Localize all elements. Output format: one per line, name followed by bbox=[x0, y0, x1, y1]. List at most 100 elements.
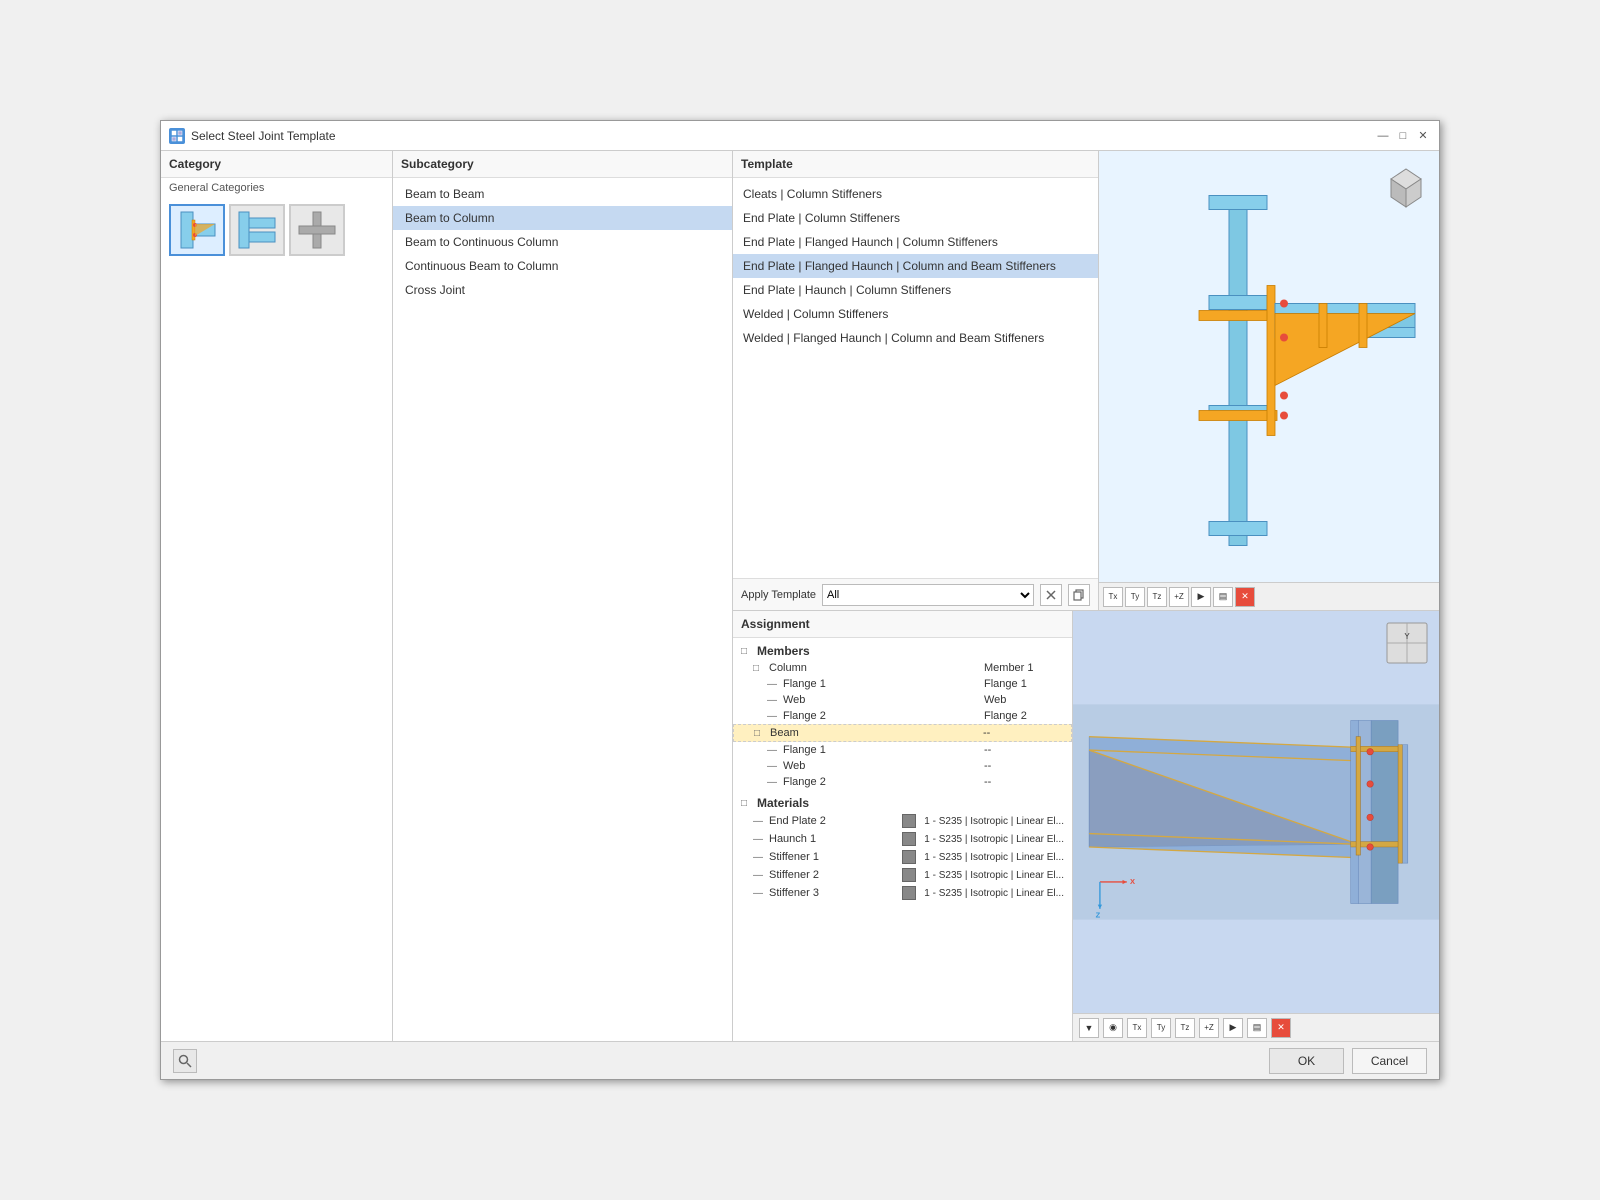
view-bot-btn-3[interactable]: Tz bbox=[1175, 1018, 1195, 1038]
footer: OK Cancel bbox=[161, 1041, 1439, 1079]
view-top-btn-2[interactable]: Ty bbox=[1125, 587, 1145, 607]
top-right-section: Template Cleats | Column Stiffeners End … bbox=[733, 151, 1439, 611]
mat-s3-dash: — bbox=[753, 888, 765, 899]
apply-template-dropdown[interactable]: All Selected bbox=[822, 584, 1034, 606]
copy-template-button[interactable] bbox=[1068, 584, 1090, 606]
view-bot-btn-4[interactable]: +Z bbox=[1199, 1018, 1219, 1038]
3d-scene-bottom-container: X Z bbox=[1073, 611, 1439, 1013]
template-item-cleats[interactable]: Cleats | Column Stiffeners bbox=[733, 182, 1098, 206]
template-item-welded-col[interactable]: Welded | Column Stiffeners bbox=[733, 302, 1098, 326]
view-top-btn-4[interactable]: +Z bbox=[1169, 587, 1189, 607]
column-collapse-icon[interactable]: □ bbox=[753, 663, 765, 674]
cancel-button[interactable]: Cancel bbox=[1352, 1048, 1427, 1074]
mat-stiffener1-swatch bbox=[902, 850, 916, 864]
titlebar-left: Select Steel Joint Template bbox=[169, 128, 336, 144]
beam-flange1-label: Flange 1 bbox=[783, 744, 980, 756]
column-label: Column bbox=[769, 662, 980, 674]
beam-collapse-icon[interactable]: □ bbox=[754, 728, 766, 739]
subcategory-item-beam-to-beam[interactable]: Beam to Beam bbox=[393, 182, 732, 206]
close-button[interactable]: ✕ bbox=[1415, 128, 1431, 144]
beam-f1-dash: — bbox=[767, 745, 779, 756]
materials-label: Materials bbox=[757, 796, 1064, 810]
mat-stiffener3-row: — Stiffener 3 1 - S235 | Isotropic | Lin… bbox=[733, 884, 1072, 902]
nav-cube-bottom[interactable]: Y bbox=[1383, 619, 1431, 670]
view-bot-btn-6[interactable]: ▤ bbox=[1247, 1018, 1267, 1038]
mat-stiffener2-label: Stiffener 2 bbox=[769, 869, 898, 881]
beam-web-dash: — bbox=[767, 761, 779, 772]
mat-haunch-dash: — bbox=[753, 834, 765, 845]
titlebar: Select Steel Joint Template — □ ✕ bbox=[161, 121, 1439, 151]
view-bot-btn-cam[interactable]: ◉ bbox=[1103, 1018, 1123, 1038]
materials-collapse-icon[interactable]: □ bbox=[741, 798, 753, 809]
col-web-label: Web bbox=[783, 694, 980, 706]
template-item-endplate-flanged-col[interactable]: End Plate | Flanged Haunch | Column Stif… bbox=[733, 230, 1098, 254]
category-icon-2[interactable] bbox=[229, 204, 285, 256]
subcategory-item-continuous-beam-to-column[interactable]: Continuous Beam to Column bbox=[393, 254, 732, 278]
3d-view-bottom: Y bbox=[1073, 611, 1439, 1041]
members-collapse-icon[interactable]: □ bbox=[741, 646, 753, 657]
beam-flange2-row: — Flange 2 -- bbox=[733, 774, 1072, 790]
view-bot-btn-1[interactable]: Tx bbox=[1127, 1018, 1147, 1038]
main-content: Category General Categories bbox=[161, 151, 1439, 1041]
view-top-btn-3[interactable]: Tz bbox=[1147, 587, 1167, 607]
mat-s1-dash: — bbox=[753, 852, 765, 863]
beam-flange2-value: -- bbox=[984, 776, 1064, 788]
mat-stiffener2-row: — Stiffener 2 1 - S235 | Isotropic | Lin… bbox=[733, 866, 1072, 884]
beam-value: -- bbox=[983, 727, 1063, 739]
category-icon-3[interactable] bbox=[289, 204, 345, 256]
template-panel: Template Cleats | Column Stiffeners End … bbox=[733, 151, 1099, 610]
maximize-button[interactable]: □ bbox=[1395, 128, 1411, 144]
category-panel: Category General Categories bbox=[161, 151, 393, 1041]
col-flange2-label: Flange 2 bbox=[783, 710, 980, 722]
view-top-btn-red[interactable]: ✕ bbox=[1235, 587, 1255, 607]
svg-text:X: X bbox=[1130, 877, 1135, 886]
col-flange1-value: Flange 1 bbox=[984, 678, 1064, 690]
3d-scene-bottom: X Z bbox=[1073, 611, 1439, 1013]
ok-button[interactable]: OK bbox=[1269, 1048, 1344, 1074]
column-row: □ Column Member 1 bbox=[733, 660, 1072, 676]
main-window: Select Steel Joint Template — □ ✕ Catego… bbox=[160, 120, 1440, 1080]
view-top-btn-6[interactable]: ▤ bbox=[1213, 587, 1233, 607]
view-bot-btn-2[interactable]: Ty bbox=[1151, 1018, 1171, 1038]
window-title: Select Steel Joint Template bbox=[191, 129, 336, 143]
view-bot-btn-5[interactable]: ▶ bbox=[1223, 1018, 1243, 1038]
template-item-endplate-col[interactable]: End Plate | Column Stiffeners bbox=[733, 206, 1098, 230]
nav-cube[interactable] bbox=[1381, 159, 1431, 209]
beam-label: Beam bbox=[770, 727, 979, 739]
3d-view-top: Tx Ty Tz +Z ▶ ▤ ✕ bbox=[1099, 151, 1439, 610]
assignment-header: Assignment bbox=[733, 611, 1072, 638]
subcategory-list: Beam to Beam Beam to Column Beam to Cont… bbox=[393, 178, 732, 306]
mat-haunch1-swatch bbox=[902, 832, 916, 846]
app-icon bbox=[169, 128, 185, 144]
beam-row: □ Beam -- bbox=[733, 724, 1072, 742]
mat-stiffener2-value: 1 - S235 | Isotropic | Linear El... bbox=[924, 870, 1064, 881]
delete-template-button[interactable] bbox=[1040, 584, 1062, 606]
right-section: Template Cleats | Column Stiffeners End … bbox=[733, 151, 1439, 1041]
mat-stiffener1-row: — Stiffener 1 1 - S235 | Isotropic | Lin… bbox=[733, 848, 1072, 866]
svg-text:Y: Y bbox=[1404, 632, 1410, 641]
mat-endplate2-label: End Plate 2 bbox=[769, 815, 898, 827]
view-bot-btn-arr[interactable]: ▼ bbox=[1079, 1018, 1099, 1038]
beam-web-label: Web bbox=[783, 760, 980, 772]
subcategory-item-cross-joint[interactable]: Cross Joint bbox=[393, 278, 732, 302]
template-item-endplate-flanged-col-beam[interactable]: End Plate | Flanged Haunch | Column and … bbox=[733, 254, 1098, 278]
col-f2-dash: — bbox=[767, 711, 779, 722]
minimize-button[interactable]: — bbox=[1375, 128, 1391, 144]
template-toolbar: Apply Template All Selected bbox=[733, 578, 1098, 610]
bottom-view-toolbar: ▼ ◉ Tx Ty Tz +Z ▶ ▤ ✕ bbox=[1073, 1013, 1439, 1041]
bottom-section: Assignment □ Members □ Column Member 1 bbox=[733, 611, 1439, 1041]
view-bot-btn-red[interactable]: ✕ bbox=[1271, 1018, 1291, 1038]
template-item-welded-flanged[interactable]: Welded | Flanged Haunch | Column and Bea… bbox=[733, 326, 1098, 350]
subcategory-item-beam-to-continuous-column[interactable]: Beam to Continuous Column bbox=[393, 230, 732, 254]
beam-web-row: — Web -- bbox=[733, 758, 1072, 774]
subcategory-item-beam-to-column[interactable]: Beam to Column bbox=[393, 206, 732, 230]
mat-endplate2-swatch bbox=[902, 814, 916, 828]
view-top-btn-5[interactable]: ▶ bbox=[1191, 587, 1211, 607]
mat-haunch1-row: — Haunch 1 1 - S235 | Isotropic | Linear… bbox=[733, 830, 1072, 848]
category-header: Category bbox=[161, 151, 392, 178]
template-item-endplate-haunch-col[interactable]: End Plate | Haunch | Column Stiffeners bbox=[733, 278, 1098, 302]
category-icons-container bbox=[161, 198, 392, 262]
category-icon-1[interactable] bbox=[169, 204, 225, 256]
search-button[interactable] bbox=[173, 1049, 197, 1073]
view-top-btn-1[interactable]: Tx bbox=[1103, 587, 1123, 607]
